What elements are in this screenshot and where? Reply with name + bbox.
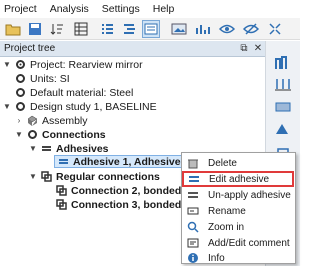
connections-icon (27, 129, 38, 140)
close-icon[interactable]: ✕ (251, 43, 265, 54)
panel-header: Project tree ⧉ ✕ (0, 41, 265, 57)
menu-help[interactable]: Help (153, 3, 175, 15)
adhesive-icon (58, 156, 69, 167)
menu-item-add-edit-comment[interactable]: Add/Edit comment (182, 236, 295, 250)
menu-item-zoom-in[interactable]: Zoom in (182, 220, 295, 234)
menu-project[interactable]: Project (4, 3, 37, 15)
info-icon (186, 252, 200, 264)
results-icon[interactable] (194, 20, 212, 38)
expand-icon[interactable]: ▼ (14, 130, 24, 139)
expand-icon[interactable]: ▼ (28, 172, 38, 181)
zoom-icon (186, 221, 200, 233)
connection-icon (56, 185, 67, 196)
tree-item-project[interactable]: ▼ Project: Rearview mirror (2, 58, 143, 71)
boundary-icon[interactable] (274, 99, 292, 115)
menu-item-unapply-adhesive[interactable]: Un-apply adhesive (182, 188, 295, 202)
menu-item-rename[interactable]: Rename (182, 204, 295, 218)
tree-item-connection-3[interactable]: Connection 3, bonded (56, 198, 181, 211)
contact-icon[interactable] (274, 121, 292, 137)
tree-item-study[interactable]: ▼ Design study 1, BASELINE (2, 100, 157, 113)
tree-item-assembly[interactable]: › Assembly (14, 114, 88, 127)
indent-icon[interactable] (120, 20, 138, 38)
unapply-adhesive-icon (186, 189, 200, 201)
menu-settings[interactable]: Settings (102, 3, 140, 15)
tree-item-adhesive-1[interactable]: Adhesive 1, Adhesive (54, 155, 185, 168)
list-icon[interactable] (98, 20, 116, 38)
toolbar (0, 18, 300, 40)
tree-item-units[interactable]: Units: SI (15, 72, 70, 85)
context-menu: Delete Edit adhesive Un-apply adhesive R… (181, 152, 296, 264)
gear-icon (15, 101, 26, 112)
adhesive-icon (41, 143, 52, 154)
expand-icon[interactable]: ▼ (2, 60, 12, 69)
tree-item-connections[interactable]: ▼ Connections (14, 128, 106, 141)
expand-icon[interactable]: ▼ (28, 144, 38, 153)
menu-item-edit-adhesive[interactable]: Edit adhesive (182, 171, 294, 187)
menu-item-info[interactable]: Info (182, 251, 295, 265)
tree-item-material[interactable]: Default material: Steel (15, 86, 133, 99)
loads-icon[interactable] (274, 77, 292, 93)
gear-icon (15, 87, 26, 98)
explode-icon[interactable] (266, 20, 284, 38)
hide-icon[interactable] (242, 20, 260, 38)
panel-toggle-icon[interactable] (142, 20, 160, 38)
materials-icon[interactable] (274, 55, 292, 71)
eye-icon[interactable] (218, 20, 236, 38)
menu-analysis[interactable]: Analysis (50, 3, 89, 15)
assembly-icon (27, 115, 38, 126)
image-icon[interactable] (170, 20, 188, 38)
connection-icon (56, 199, 67, 210)
gear-icon (15, 73, 26, 84)
gear-icon (15, 59, 26, 70)
connection-icon (41, 171, 52, 182)
pin-icon[interactable]: ⧉ (237, 43, 251, 54)
expand-icon[interactable]: ▼ (2, 102, 12, 111)
edit-adhesive-icon (187, 173, 201, 185)
sort-icon[interactable] (48, 20, 66, 38)
save-icon[interactable] (26, 20, 44, 38)
menu-bar: Project Analysis Settings Help (0, 0, 300, 18)
tree-item-adhesives[interactable]: ▼ Adhesives (28, 142, 109, 155)
menu-item-delete[interactable]: Delete (182, 156, 295, 170)
grid-icon[interactable] (72, 20, 90, 38)
rename-icon (186, 205, 200, 217)
tree-item-regular-connections[interactable]: ▼ Regular connections (28, 170, 160, 183)
panel-title: Project tree (4, 43, 56, 54)
comment-icon (186, 237, 200, 249)
tree-item-connection-2[interactable]: Connection 2, bonded (56, 184, 181, 197)
collapse-icon[interactable]: › (14, 116, 24, 125)
delete-icon (186, 157, 200, 169)
folder-open-icon[interactable] (4, 20, 22, 38)
